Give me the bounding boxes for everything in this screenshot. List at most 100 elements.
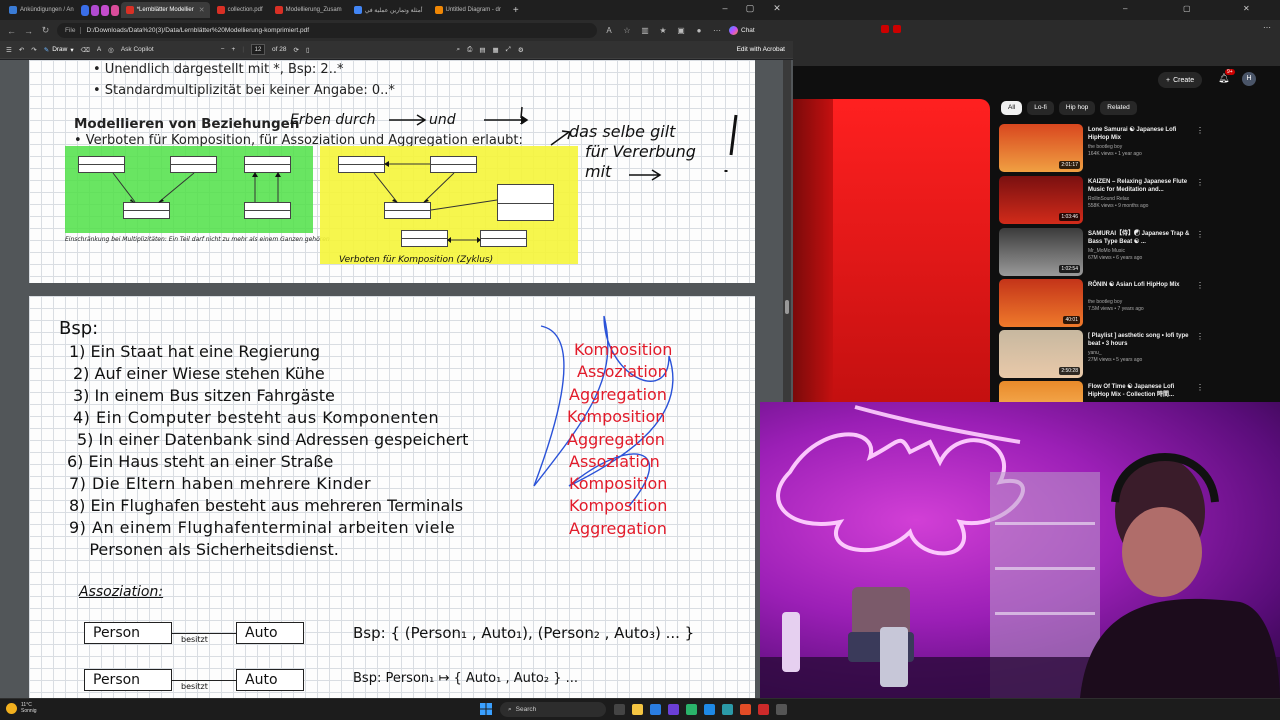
tab-group-chip[interactable]	[90, 4, 99, 16]
avatar[interactable]: H	[1242, 72, 1256, 86]
scroll-thumb[interactable]	[785, 300, 789, 314]
video-title[interactable]: Flow Of Time ☯ Japanese Lofi HipHop Mix …	[1088, 383, 1193, 399]
zoom-in-button[interactable]: +	[232, 46, 236, 53]
video-title[interactable]: RŌNIN ☯ Asian Lofi HipHop Mix	[1088, 281, 1193, 289]
edge-dev-icon[interactable]	[722, 704, 733, 715]
close-window-icon[interactable]: ✕	[767, 3, 787, 14]
new-tab-button[interactable]: +	[508, 2, 524, 18]
print-icon[interactable]: ⎙	[467, 46, 472, 54]
url-field[interactable]: File D:/Downloads/Data%20(3)/Data/Lernbl…	[57, 23, 597, 38]
video-title[interactable]: Lone Samurai ☯ Japanese Lofi HipHop Mix	[1088, 126, 1193, 142]
more-vert-icon[interactable]: ⋮	[1196, 332, 1204, 341]
recommendation-item[interactable]: 1:03:46 KAIZEN – Relaxing Japanese Flute…	[999, 176, 1274, 224]
tab-group-chip[interactable]	[80, 4, 89, 16]
app-icon[interactable]	[686, 704, 697, 715]
close-window-icon[interactable]: ✕	[1243, 4, 1250, 13]
back-icon[interactable]: ←	[6, 26, 17, 36]
copilot-chat-button[interactable]: Chat	[729, 26, 755, 35]
more-vert-icon[interactable]: ⋮	[1196, 178, 1204, 187]
taskbar-search[interactable]: ⌕ Search	[500, 702, 606, 717]
channel-name[interactable]: RollinSound Relax	[1088, 196, 1129, 202]
copilot-icon[interactable]: ◎	[108, 46, 114, 54]
video-thumbnail[interactable]: 2:01:17	[999, 124, 1083, 172]
channel-name[interactable]: the bootleg boy	[1088, 299, 1122, 305]
more-icon[interactable]: ⋯	[1263, 23, 1271, 32]
save-as-icon[interactable]: ▦	[493, 46, 499, 54]
tab-group-chip[interactable]	[100, 4, 109, 16]
refresh-icon[interactable]: ↻	[40, 25, 51, 36]
tab-3[interactable]: Modellierung_Zusam	[270, 2, 347, 18]
more-vert-icon[interactable]: ⋮	[1196, 126, 1204, 135]
split-screen-icon[interactable]: ▥	[639, 26, 651, 35]
forward-icon[interactable]: →	[23, 26, 34, 36]
video-title[interactable]: KAIZEN – Relaxing Japanese Flute Music f…	[1088, 178, 1193, 194]
task-view-icon[interactable]	[614, 704, 625, 715]
profile-icon[interactable]: ●	[693, 26, 705, 35]
zoom-out-button[interactable]: −	[221, 46, 225, 53]
eraser-icon[interactable]: ⌫	[81, 46, 90, 54]
vscode-icon[interactable]	[704, 704, 715, 715]
video-title[interactable]: [ Playlist ] aesthetic song • lofi type …	[1088, 332, 1193, 348]
youtube-icon[interactable]	[893, 25, 901, 33]
create-button[interactable]: + Create	[1158, 72, 1203, 88]
tab-2[interactable]: collection.pdf	[212, 2, 268, 18]
tab-0[interactable]: Ankündigungen / An	[4, 2, 79, 18]
collections-icon[interactable]: ▣	[675, 26, 687, 35]
search-icon[interactable]: ⌕	[457, 46, 461, 54]
video-thumbnail[interactable]: 1:02:54	[999, 228, 1083, 276]
weather-widget[interactable]: 11°C Sonnig	[6, 702, 37, 714]
draw-button[interactable]: ✎ Draw ▾	[44, 46, 74, 54]
app-icon[interactable]	[758, 704, 769, 715]
more-vert-icon[interactable]: ⋮	[1196, 383, 1204, 392]
channel-name[interactable]: yanu_	[1088, 350, 1102, 356]
close-icon[interactable]: ✕	[199, 6, 205, 14]
recommendation-item[interactable]: 1:02:54 SAMURAI【侍】☯ Japanese Trap & Bass…	[999, 228, 1274, 276]
page-number-input[interactable]: 12	[251, 44, 266, 55]
app-icon[interactable]	[668, 704, 679, 715]
tab-5[interactable]: Untitled Diagram - dr	[430, 2, 506, 18]
video-thumbnail[interactable]: 1:03:46	[999, 176, 1083, 224]
chip-lofi[interactable]: Lo-fi	[1027, 101, 1054, 115]
app-icon[interactable]	[740, 704, 751, 715]
save-icon[interactable]: ▤	[479, 46, 485, 54]
minimize-icon[interactable]: –	[1123, 4, 1127, 13]
chip-all[interactable]: All	[1001, 101, 1023, 115]
file-explorer-icon[interactable]	[632, 704, 643, 715]
video-thumbnail[interactable]: 2:50:28	[999, 330, 1083, 378]
tab-4[interactable]: أمثلة وتمارين عملية في	[349, 2, 428, 18]
video-player[interactable]	[793, 99, 990, 402]
chip-related[interactable]: Related	[1100, 101, 1137, 115]
redo-icon[interactable]: ↷	[31, 46, 36, 54]
favorites-icon[interactable]: ★	[657, 26, 669, 35]
more-vert-icon[interactable]: ⋮	[1196, 230, 1204, 239]
channel-name[interactable]: Mr_MoMo Music	[1088, 248, 1125, 254]
more-icon[interactable]: ⋯	[711, 26, 723, 35]
text-icon[interactable]: A	[97, 46, 101, 53]
recommendation-item[interactable]: Flow Of Time ☯ Japanese Lofi HipHop Mix …	[999, 381, 1274, 402]
ask-copilot-button[interactable]: Ask Copilot	[121, 46, 154, 53]
video-title[interactable]: SAMURAI【侍】☯ Japanese Trap & Bass Type Be…	[1088, 230, 1193, 246]
video-thumbnail[interactable]	[999, 381, 1083, 402]
page-view-icon[interactable]: ▯	[306, 46, 310, 54]
fullscreen-icon[interactable]: ⤢	[506, 46, 511, 54]
maximize-icon[interactable]: ▢	[1183, 4, 1191, 13]
pdf-viewer[interactable]: • Unendlich dargestellt mit *, Bsp: 2..*…	[0, 60, 793, 698]
tab-group-chip[interactable]	[110, 4, 119, 16]
settings-icon[interactable]: ⚙	[518, 46, 524, 54]
video-thumbnail[interactable]: 40:01	[999, 279, 1083, 327]
more-vert-icon[interactable]: ⋮	[1196, 281, 1204, 290]
favorite-icon[interactable]: ☆	[621, 26, 633, 35]
recommendation-item[interactable]: 2:50:28 [ Playlist ] aesthetic song • lo…	[999, 330, 1274, 378]
chip-hiphop[interactable]: Hip hop	[1058, 101, 1096, 115]
rotate-icon[interactable]: ⟳	[293, 46, 298, 54]
read-aloud-icon[interactable]: A	[603, 26, 615, 35]
app-icon[interactable]	[776, 704, 787, 715]
tab-1[interactable]: *Lernblätter Modellier ✕	[120, 2, 210, 18]
minimize-icon[interactable]: –	[715, 3, 735, 13]
recommendation-item[interactable]: 2:01:17 Lone Samurai ☯ Japanese Lofi Hip…	[999, 124, 1274, 172]
edge-icon[interactable]	[650, 704, 661, 715]
windows-start-icon[interactable]	[480, 703, 492, 715]
channel-name[interactable]: the bootleg boy	[1088, 144, 1122, 150]
recommendation-item[interactable]: 40:01 RŌNIN ☯ Asian Lofi HipHop Mix the …	[999, 279, 1274, 327]
maximize-icon[interactable]: ▢	[740, 3, 760, 14]
